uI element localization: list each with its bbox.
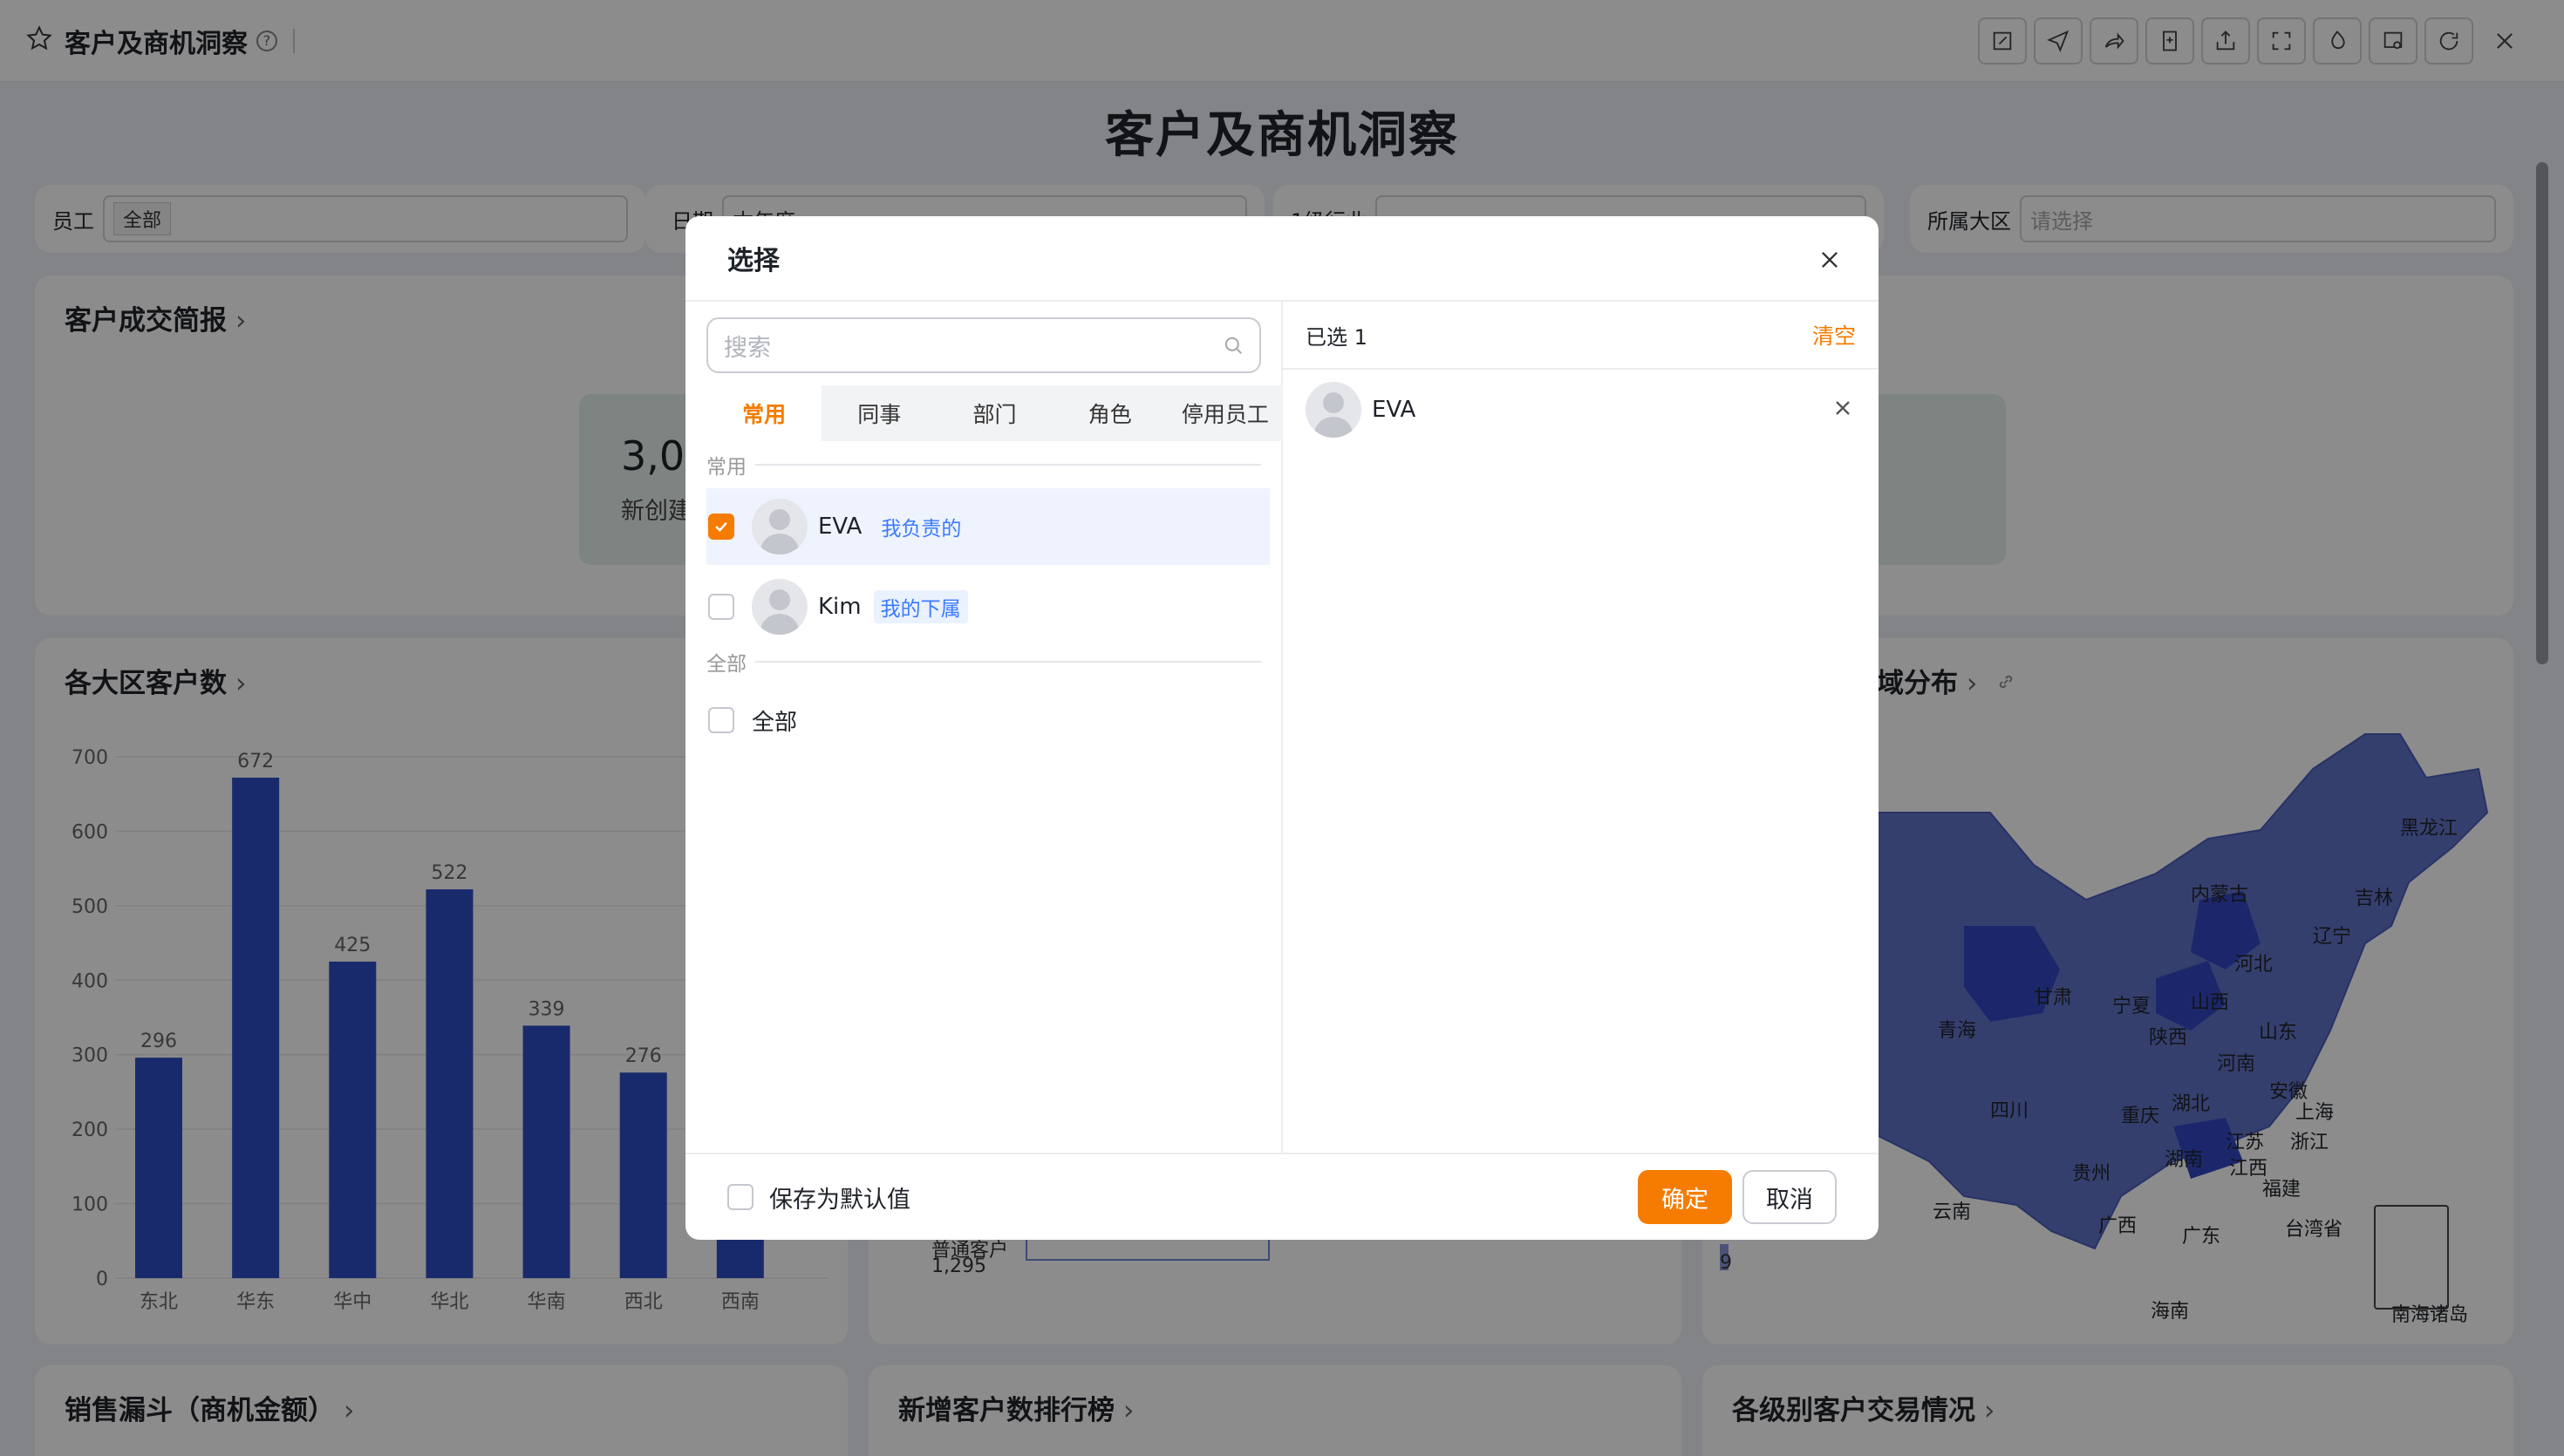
selected-pane: 已选 1 清空 EVA	[1283, 302, 1879, 1153]
close-icon[interactable]	[1812, 242, 1847, 277]
dialog-header: 选择	[685, 216, 1879, 302]
cancel-button[interactable]: 取消	[1742, 1170, 1837, 1224]
clear-button[interactable]: 清空	[1812, 319, 1856, 350]
user-name: EVA	[818, 514, 863, 540]
tab-disabled-employees[interactable]: 停用员工	[1168, 385, 1283, 441]
avatar	[1306, 382, 1361, 438]
confirm-button[interactable]: 确定	[1638, 1170, 1732, 1224]
checkbox[interactable]	[708, 594, 734, 620]
remove-icon[interactable]	[1831, 396, 1855, 425]
group-all-header: 全部	[706, 647, 1261, 677]
dialog-title: 选择	[727, 246, 780, 276]
checkbox[interactable]	[708, 707, 734, 733]
picker-pane: 搜索 常用 同事 部门 角色 停用员工 常用 EVA 我负责的 Kim 我的下属…	[685, 302, 1283, 1153]
select-dialog: 选择 搜索 常用 同事 部门 角色 停用员工 常用 EVA 我负责的 Kim 我…	[685, 216, 1879, 1240]
save-default-checkbox[interactable]	[727, 1184, 754, 1210]
select-all-item[interactable]: 全部	[706, 685, 1270, 755]
search-icon	[1221, 333, 1245, 364]
list-item[interactable]: Kim 我的下属	[706, 568, 1270, 645]
avatar	[752, 579, 808, 635]
group-common-header: 常用	[706, 450, 1261, 480]
user-badge: 我的下属	[873, 590, 968, 623]
list-item[interactable]: EVA 我负责的	[706, 488, 1270, 565]
search-placeholder: 搜索	[724, 334, 771, 362]
avatar	[752, 499, 808, 555]
tab-colleagues[interactable]: 同事	[822, 385, 937, 441]
select-all-label: 全部	[752, 709, 798, 736]
tab-roles[interactable]: 角色	[1053, 385, 1168, 441]
tab-departments[interactable]: 部门	[937, 385, 1052, 441]
picker-tabs: 常用 同事 部门 角色 停用员工	[706, 385, 1283, 441]
user-name: Kim	[818, 594, 862, 620]
save-default-label: 保存为默认值	[769, 1186, 910, 1214]
tab-common[interactable]: 常用	[706, 385, 822, 441]
selected-user-name: EVA	[1372, 397, 1416, 423]
search-input[interactable]: 搜索	[706, 317, 1261, 373]
selected-header: 已选 1 清空	[1283, 302, 1879, 370]
checkbox[interactable]	[708, 514, 734, 540]
selected-item: EVA	[1306, 378, 1855, 441]
selected-count: 已选 1	[1306, 324, 1367, 350]
user-badge: 我负责的	[881, 518, 962, 541]
